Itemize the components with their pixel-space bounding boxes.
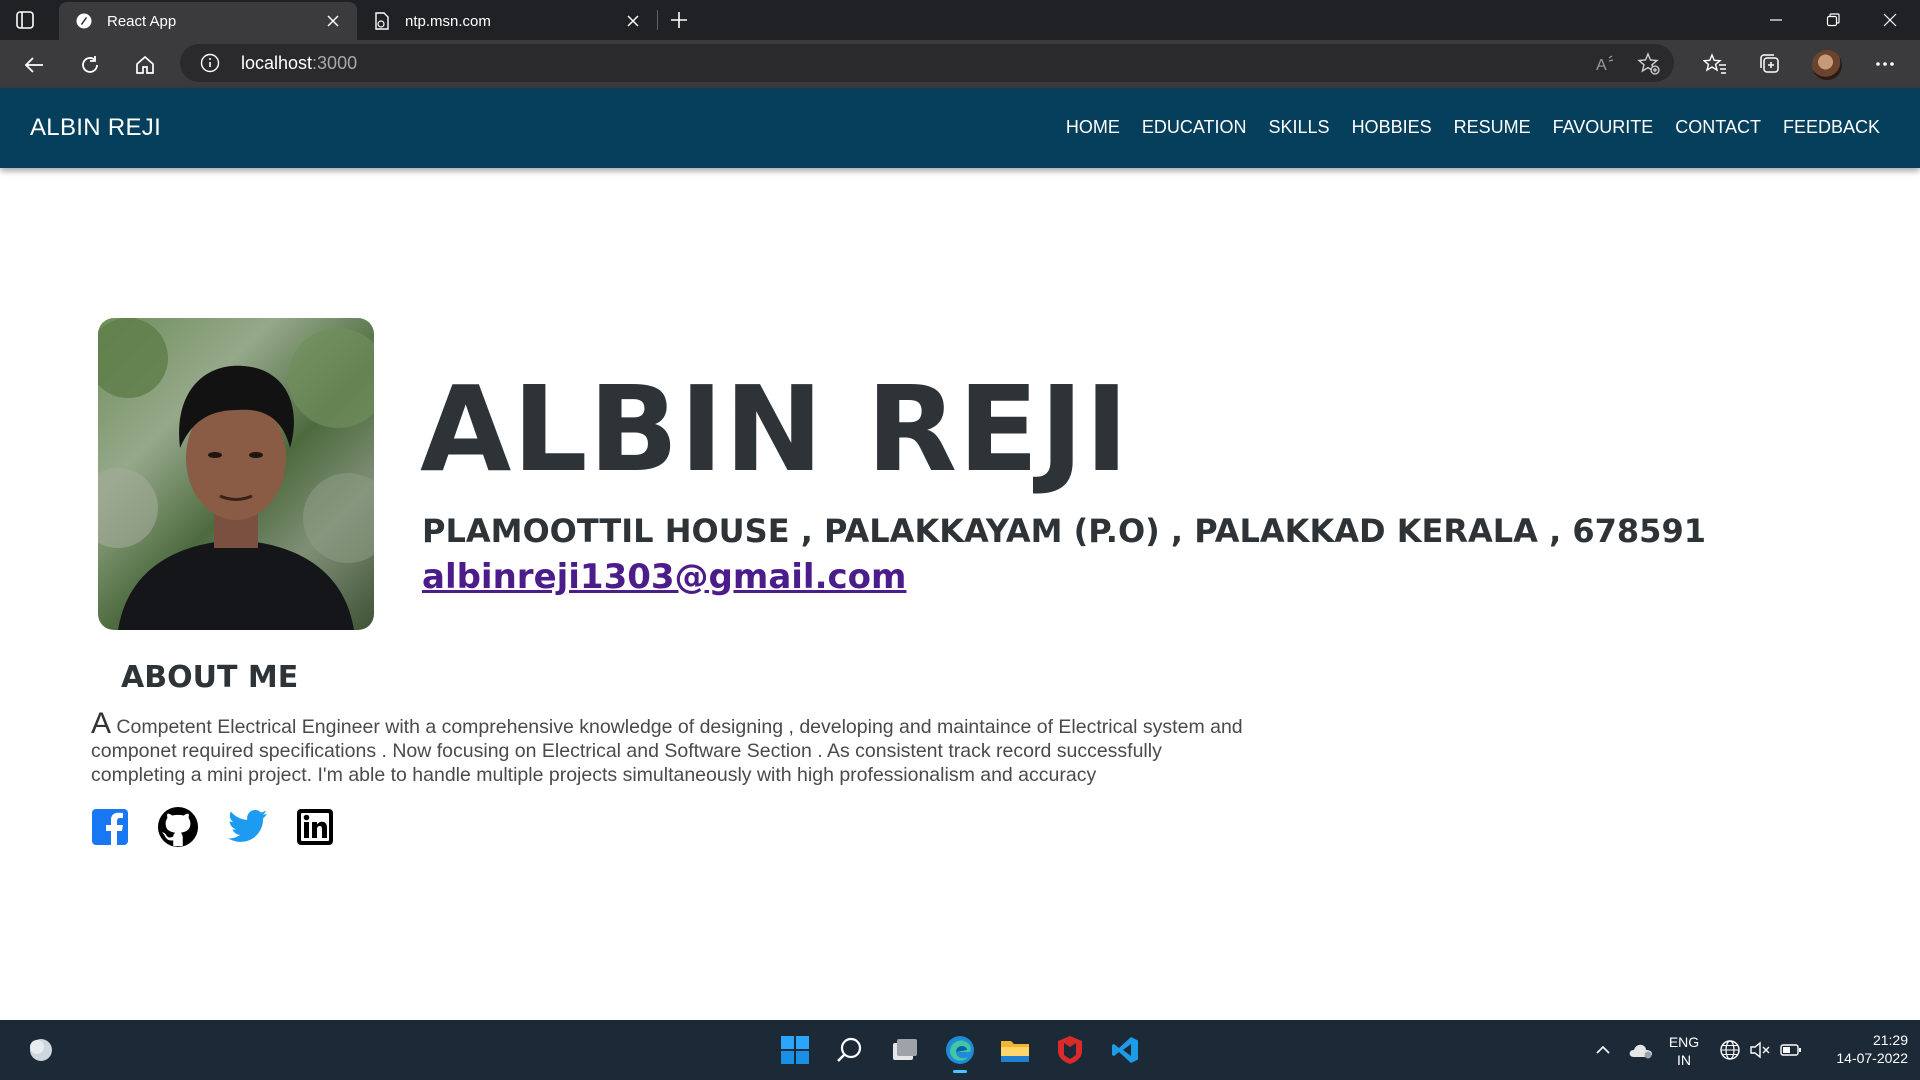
about-dropcap: A: [91, 707, 112, 740]
profile-photo: [98, 318, 374, 630]
page-icon: [373, 12, 391, 30]
search-icon[interactable]: [830, 1030, 870, 1070]
nav-feedback[interactable]: FEEDBACK: [1783, 117, 1880, 138]
close-tab-icon[interactable]: [321, 9, 345, 33]
collections-icon[interactable]: [1755, 49, 1785, 79]
file-explorer-icon[interactable]: [995, 1030, 1035, 1070]
nav-home[interactable]: HOME: [1066, 117, 1120, 138]
windows-taskbar: ENG IN 21:29 14-07-2022: [0, 1020, 1920, 1080]
hero-email-link[interactable]: albinreji1303@gmail.com: [422, 557, 906, 597]
about-line-1-text: Competent Electrical Engineer with a com…: [111, 716, 1243, 738]
tab-ntp-msn[interactable]: ntp.msn.com: [357, 2, 657, 40]
about-me-heading: ABOUT ME: [121, 660, 299, 695]
address-url: localhost:3000: [241, 53, 357, 74]
refresh-button[interactable]: [74, 49, 106, 81]
site-navbar: ALBIN REJI HOME EDUCATION SKILLS HOBBIES…: [0, 88, 1920, 168]
network-globe-icon[interactable]: [1716, 1030, 1744, 1070]
add-favorite-icon[interactable]: [1636, 51, 1662, 77]
weather-icon[interactable]: [21, 1030, 61, 1070]
facebook-icon[interactable]: [89, 805, 131, 849]
clock-time: 21:29: [1872, 1032, 1908, 1048]
tab-react-app[interactable]: React App: [59, 2, 357, 40]
edge-browser-icon[interactable]: [940, 1030, 980, 1073]
onedrive-icon[interactable]: [1626, 1030, 1656, 1070]
nav-favourite[interactable]: FAVOURITE: [1553, 117, 1654, 138]
nav-contact[interactable]: CONTACT: [1675, 117, 1761, 138]
volume-muted-icon[interactable]: [1746, 1030, 1774, 1070]
start-button[interactable]: [775, 1030, 815, 1070]
nav-skills[interactable]: SKILLS: [1269, 117, 1330, 138]
mcafee-icon[interactable]: [1050, 1030, 1090, 1070]
react-app-favicon: [75, 12, 93, 30]
github-icon[interactable]: [157, 805, 199, 849]
main-menu: HOME EDUCATION SKILLS HOBBIES RESUME FAV…: [1066, 117, 1880, 138]
language-line-1: ENG: [1668, 1034, 1700, 1050]
new-tab-button[interactable]: [666, 7, 692, 33]
close-window-button[interactable]: [1862, 0, 1918, 40]
clock-date: 14-07-2022: [1836, 1050, 1908, 1066]
chevron-up-icon[interactable]: [1590, 1030, 1616, 1070]
about-line-2: componet required specifications . Now f…: [91, 740, 1162, 762]
browser-toolbar: localhost:3000 A: [0, 40, 1920, 88]
twitter-icon[interactable]: [226, 805, 268, 849]
tab-title: ntp.msn.com: [405, 12, 491, 30]
site-info-icon[interactable]: [200, 53, 220, 73]
about-line-3: completing a mini project. I'm able to h…: [91, 764, 1097, 786]
nav-education[interactable]: EDUCATION: [1142, 117, 1247, 138]
back-button[interactable]: [18, 49, 50, 81]
brand-logo[interactable]: ALBIN REJI: [30, 114, 161, 142]
close-tab-icon[interactable]: [621, 9, 645, 33]
hero-name: ALBIN REJI: [420, 360, 1130, 498]
address-bar[interactable]: localhost:3000 A: [180, 44, 1674, 82]
svg-text:A: A: [1596, 57, 1607, 74]
read-aloud-icon[interactable]: A: [1593, 51, 1619, 77]
vscode-icon[interactable]: [1105, 1030, 1145, 1070]
restore-button[interactable]: [1805, 0, 1861, 40]
linkedin-icon[interactable]: [294, 805, 336, 849]
browser-tab-strip: React App ntp.msn.com: [0, 0, 1920, 40]
language-line-2: IN: [1677, 1052, 1691, 1068]
minimize-button[interactable]: [1748, 0, 1804, 40]
url-port: :3000: [312, 53, 358, 73]
tab-title: React App: [107, 12, 177, 30]
tab-divider: [657, 10, 658, 30]
url-host: localhost: [241, 53, 313, 73]
more-options-icon[interactable]: [1870, 49, 1900, 79]
hero-address: PLAMOOTTIL HOUSE , PALAKKAYAM (P.O) , PA…: [422, 512, 1706, 550]
nav-resume[interactable]: RESUME: [1454, 117, 1531, 138]
tab-actions-icon[interactable]: [14, 9, 36, 31]
about-me-text: A Competent Electrical Engineer with a c…: [91, 709, 1321, 787]
favorites-icon[interactable]: [1700, 49, 1730, 79]
home-button[interactable]: [129, 49, 161, 81]
battery-icon[interactable]: [1776, 1030, 1806, 1070]
clock[interactable]: 21:29 14-07-2022: [1812, 1031, 1908, 1067]
nav-hobbies[interactable]: HOBBIES: [1352, 117, 1432, 138]
language-indicator[interactable]: ENG IN: [1664, 1033, 1704, 1069]
about-line-1: A Competent Electrical Engineer with a c…: [91, 709, 1321, 739]
task-view-icon[interactable]: [885, 1030, 925, 1070]
profile-avatar[interactable]: [1812, 50, 1842, 80]
